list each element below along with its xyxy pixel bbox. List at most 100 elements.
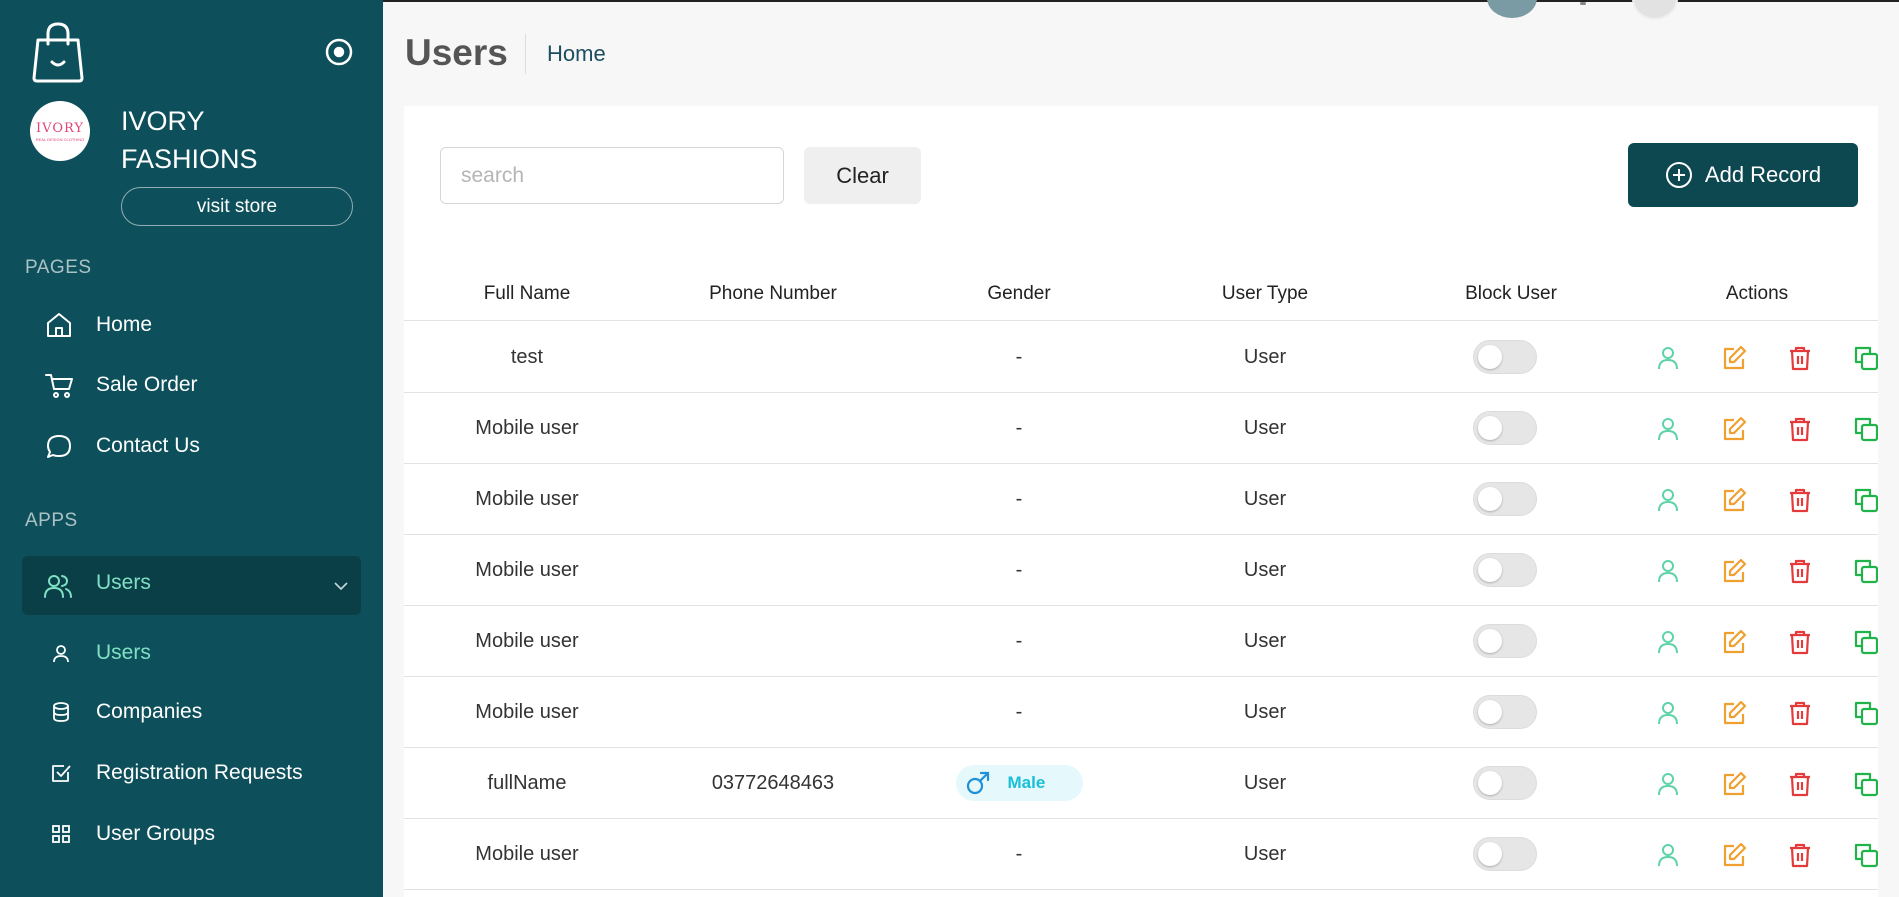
clear-button[interactable]: Clear xyxy=(804,147,921,204)
edit-icon[interactable] xyxy=(1720,415,1748,443)
sidebar-item-registration-requests[interactable]: Registration Requests xyxy=(50,761,303,785)
copy-icon[interactable] xyxy=(1852,486,1878,514)
table-row[interactable]: fullName 03772648463 Male User xyxy=(404,748,1878,819)
column-header-block-user[interactable]: Block User xyxy=(1388,266,1634,321)
sidebar-group-users[interactable]: Users xyxy=(22,556,361,615)
cell-block-user xyxy=(1388,606,1634,676)
table-row[interactable]: test - User xyxy=(404,322,1878,393)
brand-logo: IVORY REAL DESIGN CLOTHING xyxy=(30,101,90,161)
cell-phone-number: 03772648463 xyxy=(711,771,835,794)
gender-value: - xyxy=(1015,700,1023,723)
cell-user-type: User xyxy=(1243,416,1287,439)
delete-icon[interactable] xyxy=(1786,557,1814,585)
table-row[interactable]: Mobile user - User xyxy=(404,819,1878,890)
header-avatar[interactable] xyxy=(1487,0,1537,18)
edit-icon[interactable] xyxy=(1720,344,1748,372)
cell-full-name: fullName xyxy=(487,771,567,794)
table-row[interactable]: Mobile user - User xyxy=(404,464,1878,535)
search-input[interactable] xyxy=(440,147,784,204)
chevron-down-icon[interactable] xyxy=(333,578,349,594)
cell-gender: Male xyxy=(896,748,1142,818)
sidebar-item-users[interactable]: Users xyxy=(50,641,151,665)
copy-icon[interactable] xyxy=(1852,628,1878,656)
copy-icon[interactable] xyxy=(1852,770,1878,798)
sidebar-item-label: Companies xyxy=(96,700,203,723)
cell-user-type: User xyxy=(1243,345,1287,368)
cell-actions xyxy=(1634,535,1878,605)
copy-icon[interactable] xyxy=(1852,415,1878,443)
copy-icon[interactable] xyxy=(1852,841,1878,869)
view-user-icon[interactable] xyxy=(1654,344,1682,372)
sidebar-item-home[interactable]: Home xyxy=(44,310,152,340)
view-user-icon[interactable] xyxy=(1654,557,1682,585)
target-icon[interactable] xyxy=(324,37,354,67)
cell-block-user xyxy=(1388,393,1634,463)
column-header-user-type[interactable]: User Type xyxy=(1142,266,1388,321)
delete-icon[interactable] xyxy=(1786,699,1814,727)
block-user-toggle[interactable] xyxy=(1473,766,1537,800)
view-user-icon[interactable] xyxy=(1654,699,1682,727)
cell-user-type: User xyxy=(1243,629,1287,652)
cell-gender: - xyxy=(896,677,1142,747)
gender-value: - xyxy=(1015,558,1023,581)
view-user-icon[interactable] xyxy=(1654,770,1682,798)
sidebar-item-sale-order[interactable]: Sale Order xyxy=(44,370,198,400)
block-user-toggle[interactable] xyxy=(1473,837,1537,871)
delete-icon[interactable] xyxy=(1786,415,1814,443)
cell-user-type: User xyxy=(1243,487,1287,510)
delete-icon[interactable] xyxy=(1786,344,1814,372)
page-title: Users xyxy=(405,32,508,73)
edit-icon[interactable] xyxy=(1720,770,1748,798)
view-user-icon[interactable] xyxy=(1654,415,1682,443)
edit-icon[interactable] xyxy=(1720,628,1748,656)
view-user-icon[interactable] xyxy=(1654,486,1682,514)
title-divider xyxy=(525,34,526,74)
column-header-phone-number[interactable]: Phone Number xyxy=(650,266,896,321)
cell-full-name: Mobile user xyxy=(475,416,579,439)
view-user-icon[interactable] xyxy=(1654,628,1682,656)
table-row[interactable]: Mobile user - User xyxy=(404,677,1878,748)
copy-icon[interactable] xyxy=(1852,557,1878,585)
table-row[interactable]: Mobile user - User xyxy=(404,393,1878,464)
sidebar-item-companies[interactable]: Companies xyxy=(50,700,202,724)
user-avatar[interactable] xyxy=(1632,0,1678,20)
delete-icon[interactable] xyxy=(1786,628,1814,656)
visit-store-button[interactable]: visit store xyxy=(121,187,353,226)
sidebar-item-contact-us[interactable]: Contact Us xyxy=(44,431,200,461)
cell-full-name: Mobile user xyxy=(475,487,579,510)
add-record-label: Add Record xyxy=(1704,162,1822,187)
column-header-full-name[interactable]: Full Name xyxy=(404,266,650,321)
copy-icon[interactable] xyxy=(1852,344,1878,372)
cell-gender: - xyxy=(896,819,1142,889)
table-row[interactable]: Mobile user - User xyxy=(404,535,1878,606)
block-user-toggle[interactable] xyxy=(1473,695,1537,729)
add-record-button[interactable]: Add Record xyxy=(1628,143,1858,207)
shopping-bag-icon[interactable] xyxy=(30,20,86,84)
block-user-toggle[interactable] xyxy=(1473,340,1537,374)
sidebar-item-user-groups[interactable]: User Groups xyxy=(50,822,215,846)
block-user-toggle[interactable] xyxy=(1473,411,1537,445)
breadcrumb[interactable]: Home xyxy=(547,41,606,67)
cell-user-type: User xyxy=(1243,558,1287,581)
delete-icon[interactable] xyxy=(1786,841,1814,869)
section-label-apps: APPS xyxy=(25,510,78,531)
delete-icon[interactable] xyxy=(1786,486,1814,514)
cell-block-user xyxy=(1388,464,1634,534)
block-user-toggle[interactable] xyxy=(1473,624,1537,658)
block-user-toggle[interactable] xyxy=(1473,482,1537,516)
edit-icon[interactable] xyxy=(1720,557,1748,585)
edit-icon[interactable] xyxy=(1720,841,1748,869)
column-header-gender[interactable]: Gender xyxy=(896,266,1142,321)
users-card: Clear Add Record Full Name Phone Number … xyxy=(404,106,1878,897)
sidebar-item-label: Users xyxy=(96,641,151,664)
view-user-icon[interactable] xyxy=(1654,841,1682,869)
edit-icon[interactable] xyxy=(1720,699,1748,727)
cell-full-name: test xyxy=(510,345,544,368)
cell-actions xyxy=(1634,322,1878,392)
copy-icon[interactable] xyxy=(1852,699,1878,727)
table-header: Full Name Phone Number Gender User Type … xyxy=(404,266,1878,321)
table-row[interactable]: Mobile user - User xyxy=(404,606,1878,677)
delete-icon[interactable] xyxy=(1786,770,1814,798)
block-user-toggle[interactable] xyxy=(1473,553,1537,587)
edit-icon[interactable] xyxy=(1720,486,1748,514)
